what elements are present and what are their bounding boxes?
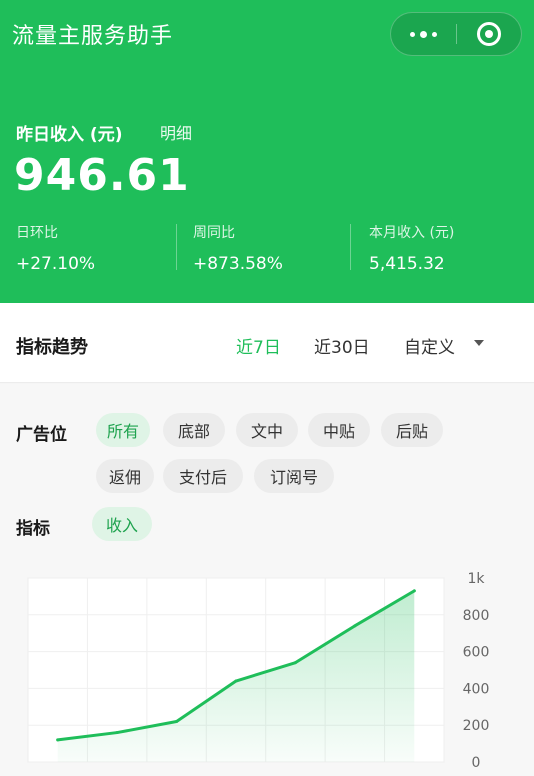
ad-position-label: 广告位 [16,425,67,445]
chip-ad-mid-roll[interactable]: 中贴 [308,413,370,447]
stat-label: 日环比 [16,225,58,241]
income-trend-chart: 0 200 400 600 800 1k [0,560,534,776]
chart-data-point [353,624,357,628]
detail-link[interactable]: 明细 [160,120,192,144]
app-title: 流量主服务助手 [12,24,174,49]
chip-ad-all[interactable]: 所有 [96,413,150,447]
y-tick-label: 1k [467,571,485,587]
metric-label: 指标 [16,519,50,539]
stat-week-over-week: 周同比 +873.58% [193,222,283,274]
range-custom[interactable]: 自定义 [404,333,455,358]
chip-ad-subscription[interactable]: 订阅号 [254,459,334,493]
capsule-close-icon[interactable] [457,12,522,56]
stat-value: +27.10% [16,254,96,274]
trend-title: 指标趋势 [16,337,88,358]
chart-data-point [115,731,119,735]
yesterday-income-value: 946.61 [14,150,190,201]
dropdown-caret-icon[interactable] [474,340,484,346]
stat-label: 本月收入 (元) [369,225,455,241]
y-tick-label: 800 [463,608,490,624]
trend-toolbar: 指标趋势 近7日 近30日 自定义 [0,303,534,383]
stat-month-income: 本月收入 (元) 5,415.32 [369,222,454,274]
chip-ad-after-payment[interactable]: 支付后 [163,459,243,493]
stat-label: 周同比 [193,225,235,241]
y-tick-label: 0 [472,755,481,771]
y-tick-label: 200 [463,718,490,734]
chip-metric-income[interactable]: 收入 [92,507,152,541]
chip-ad-post-roll[interactable]: 后贴 [381,413,443,447]
chart-svg: 0 200 400 600 800 1k [27,571,490,771]
stat-divider [176,224,177,270]
stat-value: +873.58% [193,254,283,274]
chart-data-point [234,679,238,683]
range-30-days[interactable]: 近30日 [314,333,370,358]
chart-data-point [293,661,297,665]
chart-data-point [412,589,416,593]
chip-ad-bottom[interactable]: 底部 [163,413,225,447]
range-7-days[interactable]: 近7日 [236,333,281,358]
stat-day-over-day: 日环比 +27.10% [16,222,95,274]
chart-data-point [175,720,179,724]
miniprogram-capsule [390,12,522,56]
more-dots-icon[interactable] [391,12,456,56]
chip-ad-rebate[interactable]: 返佣 [96,459,154,493]
chip-ad-in-article[interactable]: 文中 [236,413,298,447]
stat-value: 5,415.32 [369,254,445,274]
y-tick-label: 400 [463,681,490,697]
yesterday-income-label: 昨日收入 (元) [16,125,123,145]
income-header: 流量主服务助手 昨日收入 (元) 明细 946.61 日环比 +27.10% 周… [0,0,534,303]
y-tick-label: 600 [463,645,490,661]
chart-data-point [56,738,60,742]
stat-divider [350,224,351,270]
